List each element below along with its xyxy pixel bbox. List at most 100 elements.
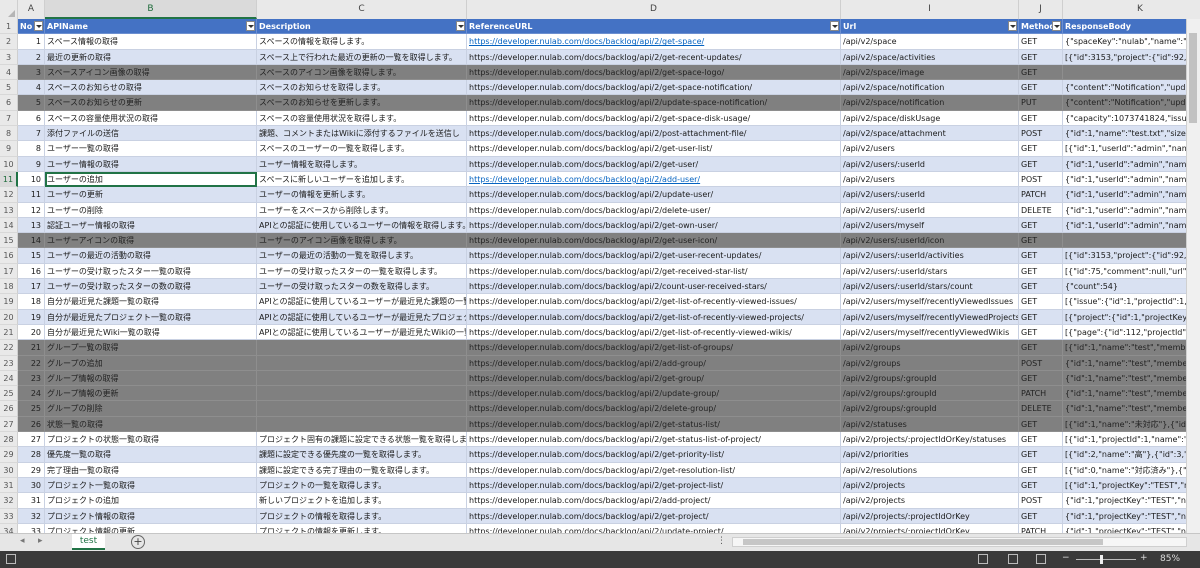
row-number[interactable]: 6 bbox=[0, 95, 18, 111]
cell-body[interactable]: [{"id":1,"name":"未対応"},{"id":2,"n bbox=[1063, 416, 1200, 433]
cell-method[interactable]: POST bbox=[1019, 126, 1063, 142]
cell-method[interactable]: GET bbox=[1019, 324, 1063, 341]
cell-desc[interactable]: APIとの認証に使用しているユーザーが最近見たプロジェク bbox=[257, 309, 467, 325]
cell-url[interactable]: /api/v2/users bbox=[841, 141, 1019, 157]
cell-method[interactable]: GET bbox=[1019, 49, 1063, 65]
cell-body[interactable]: [{"id":2,"name":"高"},{"id":3,"name bbox=[1063, 447, 1200, 463]
cell-desc[interactable] bbox=[257, 355, 467, 371]
cell-desc[interactable] bbox=[257, 370, 467, 387]
cell-method[interactable]: GET bbox=[1019, 233, 1063, 249]
filter-dropdown-icon[interactable] bbox=[34, 21, 43, 31]
page-break-view-icon[interactable] bbox=[1036, 554, 1046, 564]
cell-no[interactable]: 22 bbox=[18, 355, 45, 371]
tab-scroll-right-icon[interactable]: ▸ bbox=[38, 536, 43, 546]
cell-url[interactable]: /api/v2/projects/:projectIdOrKey/statuse… bbox=[841, 432, 1019, 448]
tab-scroll-left-icon[interactable]: ◂ bbox=[20, 536, 25, 546]
cell-body[interactable]: {"id":1,"userId":"admin","name":"ad bbox=[1063, 187, 1200, 203]
row-number[interactable]: 5 bbox=[0, 80, 18, 96]
cell-method[interactable]: DELETE bbox=[1019, 401, 1063, 417]
row-number[interactable]: 10 bbox=[0, 156, 18, 172]
cell-body[interactable]: {"content":"Notification","updated bbox=[1063, 95, 1200, 111]
cell-method[interactable]: GET bbox=[1019, 294, 1063, 310]
cell-name[interactable]: 最近の更新の取得 bbox=[45, 49, 257, 65]
cell-no[interactable]: 16 bbox=[18, 263, 45, 280]
cell-body[interactable]: [{"id":0,"name":"対応済み"},{"id":1, bbox=[1063, 462, 1200, 478]
row-number[interactable]: 26 bbox=[0, 401, 18, 417]
cell-ref[interactable]: https://developer.nulab.com/docs/backlog… bbox=[467, 416, 841, 433]
cell-url[interactable]: /api/v2/statuses bbox=[841, 416, 1019, 433]
cell-body[interactable]: {"id":1,"userId":"admin","name":"ad bbox=[1063, 171, 1200, 188]
cell-method[interactable]: GET bbox=[1019, 64, 1063, 81]
cell-desc[interactable] bbox=[257, 340, 467, 356]
column-header-c[interactable]: C bbox=[257, 0, 467, 19]
cell-desc[interactable]: ユーザーの受け取ったスターの一覧を取得します。 bbox=[257, 263, 467, 280]
cell-name[interactable]: グループ情報の更新 bbox=[45, 386, 257, 402]
cell-body[interactable]: [{"id":3153,"project":{"id":92,"proje bbox=[1063, 248, 1200, 264]
cell-name[interactable]: 自分が最近見たWiki一覧の取得 bbox=[45, 324, 257, 341]
filter-dropdown-icon[interactable] bbox=[246, 21, 255, 31]
header-cell-desc[interactable]: Description bbox=[257, 19, 467, 35]
cell-no[interactable]: 24 bbox=[18, 386, 45, 402]
cell-url[interactable]: /api/v2/space/activities bbox=[841, 49, 1019, 65]
row-number[interactable]: 17 bbox=[0, 263, 18, 280]
cell-name[interactable]: スペースの容量使用状況の取得 bbox=[45, 110, 257, 127]
cell-body[interactable]: [{"id":75,"comment":null,"url":"http bbox=[1063, 263, 1200, 280]
cell-method[interactable]: GET bbox=[1019, 432, 1063, 448]
cell-body[interactable]: [{"id":1,"name":"test","members":[{ bbox=[1063, 340, 1200, 356]
column-header-b[interactable]: B bbox=[45, 0, 257, 19]
row-number[interactable]: 9 bbox=[0, 141, 18, 157]
row-number[interactable]: 21 bbox=[0, 324, 18, 341]
cell-ref[interactable]: https://developer.nulab.com/docs/backlog… bbox=[467, 279, 841, 295]
cell-name[interactable]: ユーザーの受け取ったスター一覧の取得 bbox=[45, 263, 257, 280]
cell-desc[interactable]: スペースに新しいユーザーを追加します。 bbox=[257, 171, 467, 188]
row-number[interactable]: 32 bbox=[0, 493, 18, 509]
cell-name[interactable]: 添付ファイルの送信 bbox=[45, 126, 257, 142]
row-number[interactable]: 11 bbox=[0, 171, 18, 188]
cell-method[interactable]: GET bbox=[1019, 248, 1063, 264]
cell-name[interactable]: 自分が最近見た課題一覧の取得 bbox=[45, 294, 257, 310]
row-number[interactable]: 31 bbox=[0, 477, 18, 494]
cell-url[interactable]: /api/v2/space/image bbox=[841, 64, 1019, 81]
macro-record-icon[interactable] bbox=[6, 554, 16, 564]
more-options-icon[interactable]: ⋮ bbox=[717, 536, 726, 546]
add-sheet-icon[interactable]: + bbox=[131, 535, 145, 549]
cell-no[interactable]: 9 bbox=[18, 156, 45, 172]
cell-no[interactable]: 14 bbox=[18, 233, 45, 249]
cell-ref[interactable]: https://developer.nulab.com/docs/backlog… bbox=[467, 248, 841, 264]
cell-url[interactable]: /api/v2/resolutions bbox=[841, 462, 1019, 478]
cell-url[interactable]: /api/v2/users bbox=[841, 171, 1019, 188]
cell-method[interactable]: GET bbox=[1019, 416, 1063, 433]
cell-url[interactable]: /api/v2/space/attachment bbox=[841, 126, 1019, 142]
cell-body[interactable] bbox=[1063, 233, 1200, 249]
row-number[interactable]: 22 bbox=[0, 340, 18, 356]
cell-desc[interactable]: 課題に設定できる完了理由の一覧を取得します。 bbox=[257, 462, 467, 478]
row-number[interactable]: 28 bbox=[0, 432, 18, 448]
cell-no[interactable]: 28 bbox=[18, 447, 45, 463]
cell-body[interactable]: [{"project":{"id":1,"projectKey":"TE bbox=[1063, 309, 1200, 325]
cell-ref[interactable]: https://developer.nulab.com/docs/backlog… bbox=[467, 386, 841, 402]
cell-method[interactable]: PATCH bbox=[1019, 187, 1063, 203]
cell-name[interactable]: プロジェクト一覧の取得 bbox=[45, 477, 257, 494]
cell-name[interactable]: ユーザーの最近の活動の取得 bbox=[45, 248, 257, 264]
vertical-scrollbar[interactable] bbox=[1186, 19, 1200, 533]
cell-no[interactable]: 26 bbox=[18, 416, 45, 433]
cell-ref[interactable]: https://developer.nulab.com/docs/backlog… bbox=[467, 187, 841, 203]
horizontal-scrollbar[interactable] bbox=[732, 537, 1187, 547]
cell-body[interactable]: {"id":1,"name":"test","members":[{ bbox=[1063, 386, 1200, 402]
row-number[interactable]: 3 bbox=[0, 49, 18, 65]
cell-name[interactable]: ユーザー情報の取得 bbox=[45, 156, 257, 172]
row-number[interactable]: 4 bbox=[0, 64, 18, 81]
cell-ref[interactable]: https://developer.nulab.com/docs/backlog… bbox=[467, 493, 841, 509]
cell-url[interactable]: /api/v2/projects/:projectIdOrKey bbox=[841, 523, 1019, 533]
cell-body[interactable]: {"id":1,"userId":"admin","name":"ad bbox=[1063, 217, 1200, 234]
cell-ref[interactable]: https://developer.nulab.com/docs/backlog… bbox=[467, 355, 841, 371]
cell-desc[interactable] bbox=[257, 386, 467, 402]
row-number[interactable]: 23 bbox=[0, 355, 18, 371]
cell-body[interactable]: {"id":1,"userId":"admin","name":"ad bbox=[1063, 156, 1200, 172]
cell-url[interactable]: /api/v2/priorities bbox=[841, 447, 1019, 463]
cell-name[interactable]: 認証ユーザー情報の取得 bbox=[45, 217, 257, 234]
cell-no[interactable]: 32 bbox=[18, 508, 45, 524]
row-number[interactable]: 24 bbox=[0, 370, 18, 387]
cell-url[interactable]: /api/v2/users/myself/recentlyViewedWikis bbox=[841, 324, 1019, 341]
cell-body[interactable]: {"id":1,"name":"test","members":[{ bbox=[1063, 355, 1200, 371]
